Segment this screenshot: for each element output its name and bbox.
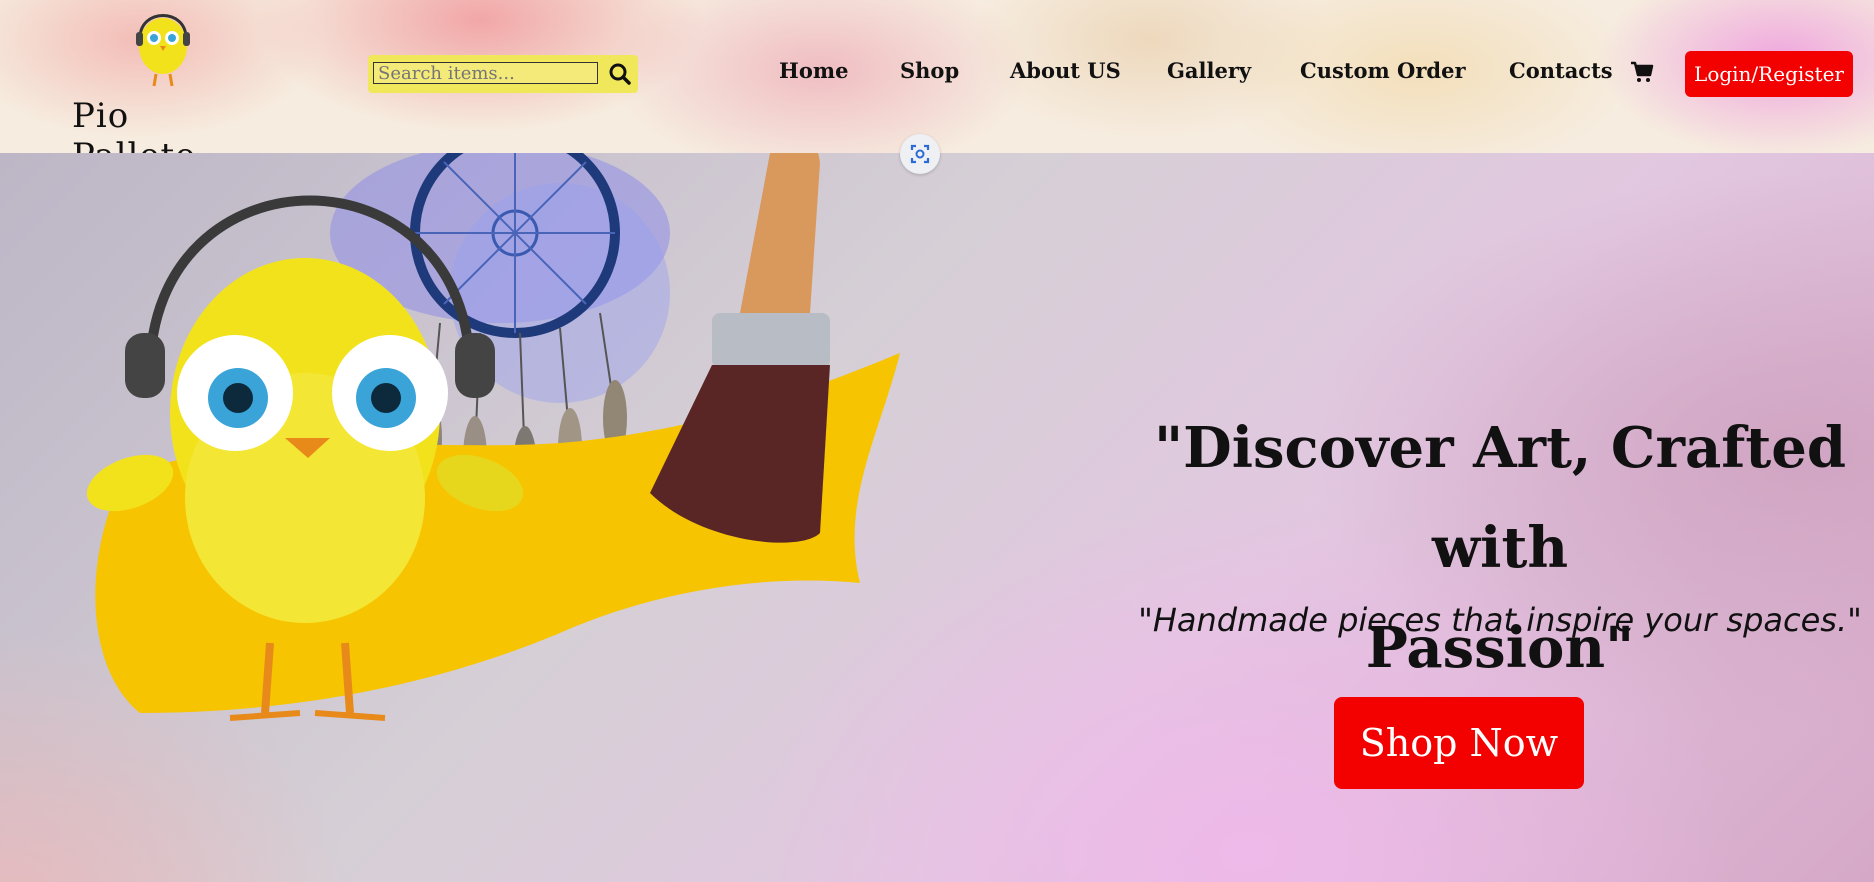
nav-shop[interactable]: Shop: [900, 58, 959, 88]
brand-logo[interactable]: Pio Pallete: [60, 0, 260, 153]
hero-headline: "Discover Art, Crafted with Passion": [1130, 398, 1870, 698]
chick-logo-icon: [136, 14, 190, 87]
shop-now-button[interactable]: Shop Now: [1334, 697, 1584, 789]
hero-section: "Discover Art, Crafted with Passion" "Ha…: [0, 153, 1874, 882]
search-input[interactable]: [373, 62, 598, 84]
hero-subline: "Handmade pieces that inspire your space…: [1138, 601, 1862, 639]
nav-about[interactable]: About US: [1010, 58, 1121, 88]
nav-contacts[interactable]: Contacts: [1509, 58, 1613, 88]
cart-icon[interactable]: [1630, 60, 1654, 84]
site-header: Pio Pallete Home Shop About US Gallery C…: [0, 0, 1874, 153]
hero-illustration: [86, 153, 900, 721]
brand-name: Pio Pallete: [72, 96, 195, 153]
nav-custom-order[interactable]: Custom Order: [1300, 58, 1466, 88]
login-register-button[interactable]: Login/Register: [1685, 51, 1853, 97]
search-bar: [368, 55, 638, 93]
hero-headline-line1: "Discover Art, Crafted with: [1153, 415, 1847, 581]
nav-home[interactable]: Home: [779, 58, 848, 88]
nav-gallery[interactable]: Gallery: [1167, 58, 1251, 88]
screenshot-scan-button[interactable]: [900, 134, 940, 174]
paintbrush-icon: [650, 153, 830, 543]
search-icon[interactable]: [606, 61, 634, 87]
scan-icon: [910, 144, 930, 164]
